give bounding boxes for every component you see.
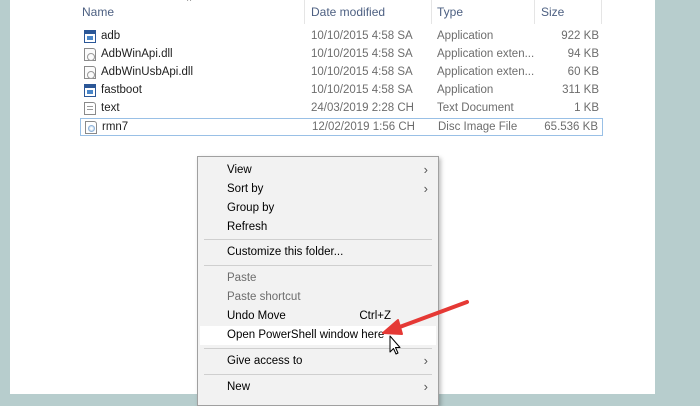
menu-item-shortcut: Ctrl+Z — [359, 310, 391, 322]
file-type: Application — [437, 84, 494, 96]
file-date-modified: 10/10/2015 4:58 SA — [311, 48, 413, 60]
menu-item-group-by[interactable]: Group by — [200, 199, 436, 218]
application-icon — [84, 84, 96, 97]
chevron-right-icon: › — [423, 353, 428, 368]
file-date-modified: 24/03/2019 2:28 CH — [311, 102, 414, 114]
menu-item-customize-folder[interactable]: Customize this folder... — [200, 243, 436, 262]
column-header-row: ^ Name Date modified Type Size — [10, 0, 655, 26]
column-header-size[interactable]: Size — [541, 5, 564, 19]
file-name: rmn7 — [102, 121, 129, 133]
menu-item-label: New — [227, 381, 251, 393]
menu-item-label: Give access to — [227, 355, 303, 367]
menu-separator — [204, 239, 432, 240]
dll-file-icon — [84, 66, 96, 79]
menu-item-label: View — [227, 164, 252, 176]
menu-separator — [204, 348, 432, 349]
menu-item-view[interactable]: View › — [200, 161, 436, 180]
file-row[interactable]: text 24/03/2019 2:28 CH Text Document 1 … — [80, 100, 603, 118]
application-icon — [84, 30, 96, 43]
disc-image-icon — [85, 121, 97, 134]
file-type: Application — [437, 30, 494, 42]
menu-item-give-access[interactable]: Give access to › — [200, 352, 436, 371]
menu-item-paste: Paste — [200, 269, 436, 288]
file-size: 94 KB — [567, 48, 599, 60]
file-name: AdbWinApi.dll — [101, 48, 173, 60]
menu-item-label: Open PowerShell window here — [227, 329, 385, 341]
file-size: 65.536 KB — [544, 121, 598, 133]
menu-item-label: Paste — [227, 272, 257, 284]
file-type: Application exten... — [437, 66, 535, 78]
column-header-type[interactable]: Type — [437, 5, 463, 19]
file-name: adb — [101, 30, 121, 42]
menu-item-open-powershell[interactable]: Open PowerShell window here — [200, 326, 436, 345]
sort-ascending-icon: ^ — [187, 0, 192, 6]
menu-separator — [204, 265, 432, 266]
file-row[interactable]: fastboot 10/10/2015 4:58 SA Application … — [80, 82, 603, 100]
file-row[interactable]: AdbWinApi.dll 10/10/2015 4:58 SA Applica… — [80, 46, 603, 64]
file-type: Text Document — [437, 102, 514, 114]
menu-item-refresh[interactable]: Refresh — [200, 218, 436, 237]
file-name: text — [101, 102, 120, 114]
file-row[interactable]: AdbWinUsbApi.dll 10/10/2015 4:58 SA Appl… — [80, 64, 603, 82]
menu-item-sort-by[interactable]: Sort by › — [200, 180, 436, 199]
dll-file-icon — [84, 48, 96, 61]
menu-item-label: Refresh — [227, 221, 268, 233]
file-date-modified: 10/10/2015 4:58 SA — [311, 30, 413, 42]
menu-item-label: Group by — [227, 202, 275, 214]
column-header-name[interactable]: Name — [82, 5, 114, 19]
menu-separator — [204, 374, 432, 375]
file-size: 60 KB — [567, 66, 599, 78]
file-size: 922 KB — [561, 30, 599, 42]
menu-item-label: Undo Move — [227, 310, 286, 322]
column-divider[interactable] — [534, 0, 535, 24]
menu-item-undo-move[interactable]: Undo Move Ctrl+Z — [200, 307, 436, 326]
file-date-modified: 10/10/2015 4:58 SA — [311, 84, 413, 96]
column-divider[interactable] — [304, 0, 305, 24]
menu-item-label: Customize this folder... — [227, 246, 344, 258]
file-date-modified: 12/02/2019 1:56 CH — [312, 121, 415, 133]
file-size: 311 KB — [562, 84, 599, 96]
context-menu: View › Sort by › Group by Refresh Custom… — [197, 156, 439, 406]
chevron-right-icon: › — [423, 379, 428, 394]
column-divider[interactable] — [601, 0, 602, 24]
file-name: fastboot — [101, 84, 142, 96]
file-date-modified: 10/10/2015 4:58 SA — [311, 66, 413, 78]
column-divider[interactable] — [431, 0, 432, 24]
menu-item-new[interactable]: New › — [200, 378, 436, 397]
chevron-right-icon: › — [423, 162, 428, 177]
file-name: AdbWinUsbApi.dll — [101, 66, 194, 78]
text-file-icon — [84, 102, 96, 115]
menu-item-label: Sort by — [227, 183, 264, 195]
file-type: Application exten... — [437, 48, 535, 60]
menu-item-paste-shortcut: Paste shortcut — [200, 288, 436, 307]
column-header-date-modified[interactable]: Date modified — [311, 5, 385, 19]
file-type: Disc Image File — [438, 121, 518, 133]
file-row[interactable]: adb 10/10/2015 4:58 SA Application 922 K… — [80, 28, 603, 46]
menu-item-label: Paste shortcut — [227, 291, 301, 303]
file-size: 1 KB — [574, 102, 599, 114]
chevron-right-icon: › — [423, 181, 428, 196]
file-row-focused[interactable]: rmn7 12/02/2019 1:56 CH Disc Image File … — [80, 118, 603, 136]
